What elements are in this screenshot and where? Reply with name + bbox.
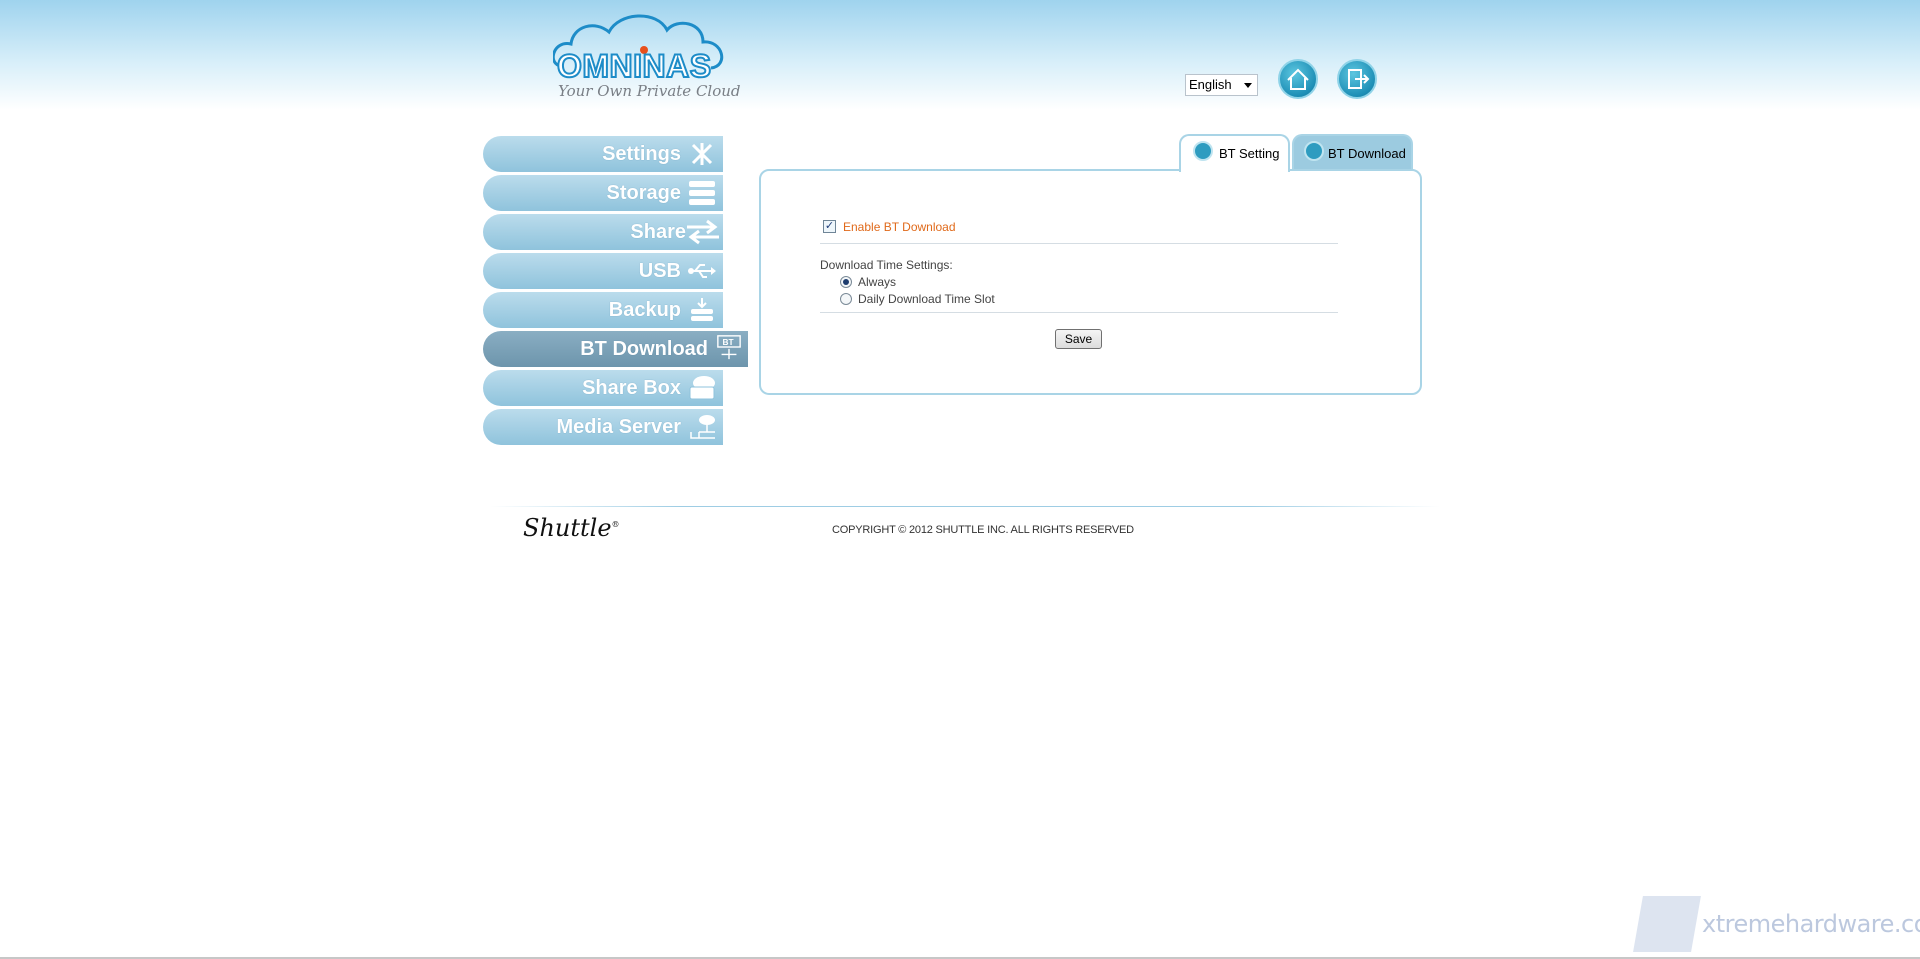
sidebar-item-label: Media Server <box>556 416 681 438</box>
radio-daily-time-slot-label: Daily Download Time Slot <box>858 292 995 306</box>
logout-button[interactable] <box>1337 59 1377 99</box>
omninas-logo: OMNINAS Your Own Private Cloud <box>553 14 741 104</box>
enable-bt-label: Enable BT Download <box>843 220 956 234</box>
home-icon <box>1287 68 1309 90</box>
svg-text:BT: BT <box>723 337 734 347</box>
sidebar-item-label: BT Download <box>580 338 708 360</box>
sidebar-item-storage[interactable]: Storage <box>483 175 723 211</box>
sidebar-item-label: Share <box>630 221 686 243</box>
sidebar-item-usb[interactable]: USB <box>483 253 723 289</box>
logo-wordmark: OMNINAS <box>556 47 712 85</box>
home-button[interactable] <box>1278 59 1318 99</box>
share-arrows-icon <box>687 219 719 245</box>
header-band <box>0 0 1920 110</box>
tab-label: BT Setting <box>1219 146 1280 161</box>
bt-download-tab-icon <box>1304 141 1324 161</box>
sidebar-item-label: USB <box>638 260 681 282</box>
sidebar-item-share-box[interactable]: Share Box <box>483 370 723 406</box>
bt-setting-icon <box>1193 141 1213 161</box>
language-value: English <box>1189 77 1232 92</box>
sidebar-item-label: Share Box <box>582 377 681 399</box>
sidebar-item-settings[interactable]: Settings <box>483 136 723 172</box>
radio-always-label: Always <box>858 275 897 289</box>
save-button[interactable]: Save <box>1055 329 1102 349</box>
storage-icon <box>689 181 715 205</box>
shuttle-logo: Shuttle® <box>523 514 620 542</box>
share-box-icon <box>689 376 715 400</box>
tab-bt-setting[interactable]: BT Setting <box>1179 134 1290 172</box>
enable-bt-checkbox[interactable]: ✓ <box>823 220 836 233</box>
sidebar-item-share[interactable]: Share <box>483 214 723 250</box>
radio-always[interactable] <box>840 276 852 288</box>
download-time-settings-label: Download Time Settings: <box>820 258 953 272</box>
copyright-text: COPYRIGHT © 2012 SHUTTLE INC. ALL RIGHTS… <box>832 524 1134 536</box>
divider <box>820 312 1338 313</box>
sidebar-item-label: Settings <box>602 143 681 165</box>
divider <box>820 243 1338 244</box>
watermark-text: xtremehardware.com <box>1702 910 1920 938</box>
usb-icon <box>688 264 716 278</box>
sidebar-item-media-server[interactable]: Media Server <box>483 409 723 445</box>
bt-download-icon: BT <box>717 335 741 360</box>
logout-icon <box>1348 69 1370 89</box>
backup-icon <box>691 298 713 321</box>
watermark-logo-icon <box>1633 896 1701 952</box>
sidebar-item-bt-download[interactable]: BT Download BT <box>483 331 748 367</box>
chevron-down-icon <box>1244 83 1252 88</box>
tools-icon <box>691 143 713 165</box>
language-select[interactable]: English <box>1185 74 1258 96</box>
sidebar-item-label: Backup <box>608 299 681 321</box>
radio-daily-time-slot[interactable] <box>840 293 852 305</box>
logo-tagline: Your Own Private Cloud <box>558 82 741 100</box>
tab-bt-download[interactable]: BT Download <box>1292 134 1413 170</box>
tab-label: BT Download <box>1328 146 1406 161</box>
media-server-icon <box>690 415 715 439</box>
sidebar-item-backup[interactable]: Backup <box>483 292 723 328</box>
footer-divider <box>490 506 1440 507</box>
sidebar-item-label: Storage <box>606 182 681 204</box>
